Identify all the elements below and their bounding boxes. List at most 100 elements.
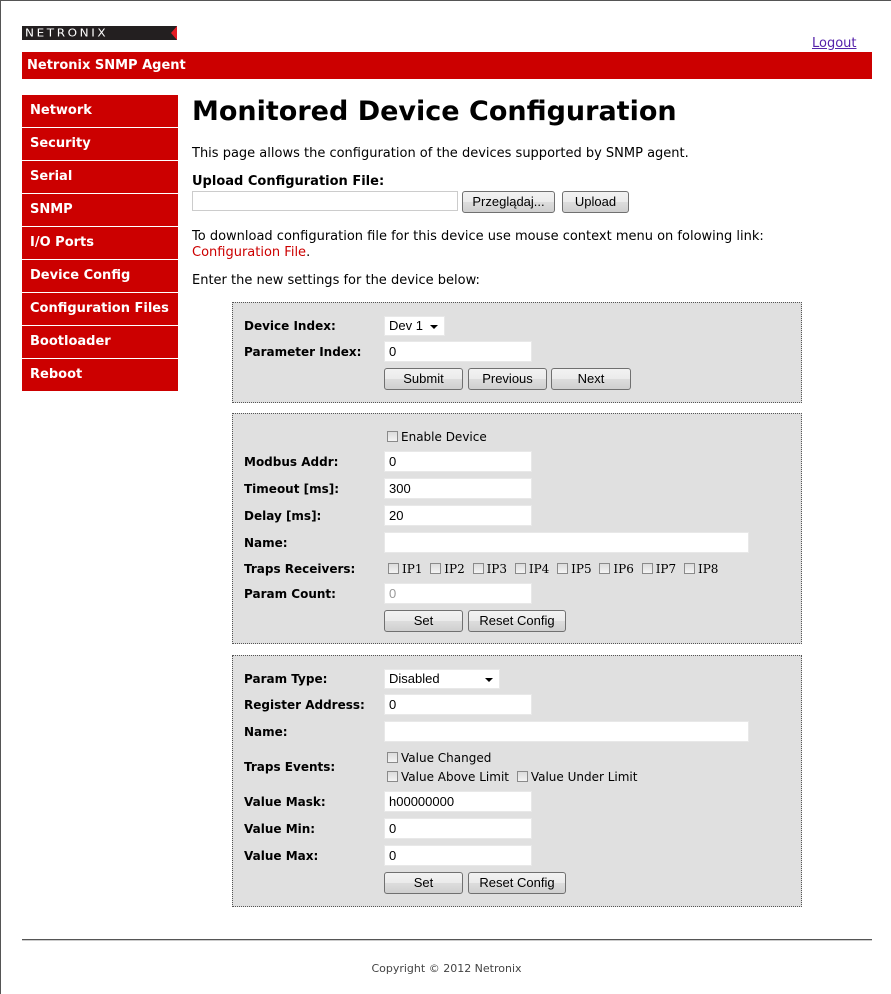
traps-events-row-2: Value Above Limit Value Under Limit [387,770,641,784]
value-changed-label: Value Changed [401,751,492,765]
device-name-input[interactable] [384,532,749,553]
enable-device-row: Enable Device [387,430,491,444]
set-param-button[interactable]: Set [384,872,463,894]
sidebar-item-reboot[interactable]: Reboot [22,359,178,391]
enable-device-checkbox[interactable]: Enable Device [387,430,487,444]
parameter-settings-panel: Param Type: Disabled Register Address: 0… [232,655,802,907]
chevron-down-icon [485,678,493,682]
enter-settings-text: Enter the new settings for the device be… [192,273,480,288]
value-under-limit-label: Value Under Limit [530,770,638,784]
next-button[interactable]: Next [551,368,631,390]
param-name-label: Name: [244,725,288,739]
file-path-input[interactable] [192,191,458,211]
device-selector-panel: Device Index: Dev 1 Parameter Index: 0 S… [232,302,802,403]
checkbox-icon [514,563,526,574]
device-index-label: Device Index: [244,319,336,333]
value-mask-label: Value Mask: [244,795,326,809]
sidebar-item-serial[interactable]: Serial [22,161,178,193]
delay-label: Delay [ms]: [244,509,322,523]
register-address-input[interactable]: 0 [384,694,532,715]
checkbox-icon [516,771,528,782]
main-content: Monitored Device Configuration This page… [192,95,852,288]
sidebar-item-configuration-files[interactable]: Configuration Files [22,293,178,325]
device-name-label: Name: [244,536,288,550]
trap-ip2-checkbox[interactable]: IP2 [430,562,465,576]
trap-ip8-checkbox[interactable]: IP8 [683,562,719,576]
device-index-select[interactable]: Dev 1 [384,316,445,336]
trap-ip5-checkbox[interactable]: IP5 [557,562,592,576]
trap-ip6-checkbox[interactable]: IP6 [599,562,634,576]
trap-ip1-label: IP1 [402,562,423,576]
value-max-input[interactable]: 0 [384,845,532,866]
param-name-input[interactable] [384,721,749,742]
submit-button[interactable]: Submit [384,368,463,390]
value-above-limit-checkbox[interactable]: Value Above Limit [387,770,509,784]
reset-device-config-button[interactable]: Reset Config [468,610,566,632]
checkbox-icon [599,563,611,574]
parameter-index-label: Parameter Index: [244,345,362,359]
download-instructions: To download configuration file for this … [192,229,764,244]
sidebar-item-device-config[interactable]: Device Config [22,260,178,292]
checkbox-icon [387,752,398,763]
download-period: . [306,245,311,260]
checkbox-icon [387,431,398,442]
checkbox-icon [472,563,484,574]
param-type-select[interactable]: Disabled [384,669,500,689]
value-mask-input[interactable]: h00000000 [384,791,532,812]
trap-ip7-label: IP7 [655,562,677,576]
browse-button[interactable]: Przeglądaj... [462,191,555,213]
sidebar-item-io-ports[interactable]: I/O Ports [22,227,178,259]
param-count-input[interactable]: 0 [384,583,532,604]
sidebar-item-network[interactable]: Network [22,95,178,127]
trap-ip5-label: IP5 [571,562,592,576]
delay-input[interactable]: 20 [384,505,532,526]
sidebar-item-bootloader[interactable]: Bootloader [22,326,178,358]
checkbox-icon [641,563,653,574]
register-address-label: Register Address: [244,698,365,712]
checkbox-icon [387,771,398,782]
copyright-text: Copyright © 2012 Netronix [371,962,522,975]
checkbox-icon [388,563,399,574]
trap-ip8-label: IP8 [697,562,719,576]
checkbox-icon [557,563,569,574]
chevron-down-icon [430,325,438,329]
traps-receivers-group: IP1 IP2 IP3 IP4 IP5 IP6 IP7 IP8 [388,562,722,576]
parameter-index-input[interactable]: 0 [384,341,532,362]
trap-ip2-label: IP2 [444,562,465,576]
trap-ip4-label: IP4 [528,562,550,576]
traps-events-row-1: Value Changed [387,751,495,765]
sidebar-nav: Network Security Serial SNMP I/O Ports D… [22,95,178,392]
netronix-logo: NETRONIX [22,26,177,40]
device-settings-panel: Enable Device Modbus Addr: 0 Timeout [ms… [232,413,802,644]
trap-ip1-checkbox[interactable]: IP1 [388,562,422,576]
value-changed-checkbox[interactable]: Value Changed [387,751,491,765]
trap-ip4-checkbox[interactable]: IP4 [514,562,550,576]
trap-ip3-checkbox[interactable]: IP3 [472,562,507,576]
footer-divider [22,939,872,941]
logo-mark-icon [171,26,177,40]
sidebar-item-security[interactable]: Security [22,128,178,160]
trap-ip7-checkbox[interactable]: IP7 [641,562,677,576]
reset-param-config-button[interactable]: Reset Config [468,872,566,894]
set-device-button[interactable]: Set [384,610,463,632]
traps-receivers-label: Traps Receivers: [244,562,356,576]
page-title: Monitored Device Configuration [192,96,677,127]
upload-label: Upload Configuration File: [192,174,385,189]
trap-ip6-label: IP6 [613,562,634,576]
logout-link[interactable]: Logout [812,36,857,51]
configuration-file-link[interactable]: Configuration File [192,245,306,260]
value-min-label: Value Min: [244,822,316,836]
value-min-input[interactable]: 0 [384,818,532,839]
modbus-addr-label: Modbus Addr: [244,455,339,469]
checkbox-icon [683,563,695,574]
upload-button[interactable]: Upload [562,191,629,213]
modbus-addr-input[interactable]: 0 [384,451,532,472]
logo-text: NETRONIX [25,26,109,40]
previous-button[interactable]: Previous [468,368,547,390]
param-count-label: Param Count: [244,587,336,601]
intro-text: This page allows the configuration of th… [192,146,689,161]
value-under-limit-checkbox[interactable]: Value Under Limit [516,770,638,784]
enable-device-label: Enable Device [401,430,487,444]
sidebar-item-snmp[interactable]: SNMP [22,194,178,226]
timeout-input[interactable]: 300 [384,478,532,499]
